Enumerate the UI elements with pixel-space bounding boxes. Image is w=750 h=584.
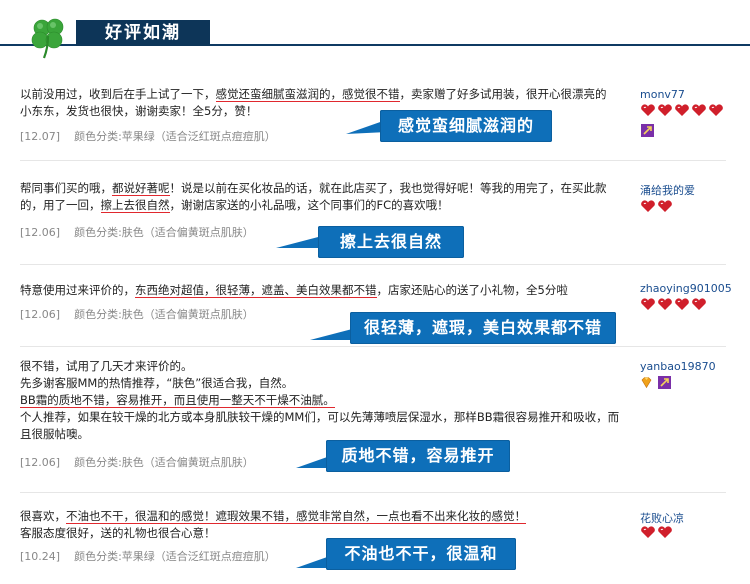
- review-meta: [12.06] 颜色分类:肤色（适合偏黄斑点肌肤）: [20, 454, 254, 470]
- review-item: 特意使用过来评价的，东西绝对超值，很轻薄，遮盖、美白效果都不错，店家还贴心的送了…: [0, 276, 750, 344]
- review-text-segment: 的，用了一回，: [20, 198, 101, 212]
- product-variant: 颜色分类:肤色（适合偏黄斑点肌肤）: [74, 226, 254, 239]
- bubble-pointer: [276, 236, 322, 248]
- review-text: 帮同事们买的哦，都说好著呢！说是以前在买化妆品的话，就在此店买了，我也觉得好呢！…: [20, 180, 628, 214]
- review-text: 很喜欢，不油也不干，很温和的感觉！遮瑕效果不错，感觉非常自然，一点也看不出来化妆…: [20, 508, 628, 542]
- credit-hearts: [640, 526, 673, 539]
- review-text: 很不错，试用了几天才来评价的。 先多谢客服MM的热情推荐，“肤色”很适合我，自然…: [20, 358, 628, 443]
- review-text-segment: ，店家还贴心的送了小礼物，全5分啦: [376, 283, 568, 297]
- heart-icon: [675, 298, 689, 310]
- highlighted-phrase: 不油也不干，很温和的感觉！遮瑕效果不错，感觉非常自然，一点也看不出来化妆的感觉！: [66, 509, 526, 524]
- product-variant: 颜色分类:苹果绿（适合泛红斑点痘痘肌）: [74, 550, 276, 563]
- review-text-segment: 客服态度很好，送的礼物也很合心意！: [20, 526, 216, 540]
- review-divider: [20, 264, 726, 265]
- reviewer-name[interactable]: monv77: [640, 88, 685, 101]
- heart-icon: [658, 526, 672, 538]
- highlighted-phrase: 擦上去很自然: [100, 198, 170, 213]
- reviewer-name[interactable]: yanbao19870: [640, 360, 716, 373]
- vip-purple-icon: [641, 124, 654, 137]
- review-date: [12.06]: [20, 308, 61, 321]
- review-item: 以前没用过，收到后在手上试了一下，感觉还蛮细腻蛮滋润的，感觉很不错，卖家赠了好多…: [0, 78, 750, 160]
- reviewer-name[interactable]: 涌给我的爱: [640, 182, 695, 198]
- heart-icon: [692, 298, 706, 310]
- review-item: 帮同事们买的哦，都说好著呢！说是以前在买化妆品的话，就在此店买了，我也觉得好呢！…: [0, 172, 750, 264]
- credit-hearts: [640, 104, 724, 117]
- review-date: [12.06]: [20, 456, 61, 469]
- credit-hearts: [640, 298, 707, 311]
- section-title: 好评如潮: [76, 20, 210, 46]
- review-divider: [20, 492, 726, 493]
- review-text-segment: 个人推荐，如果在较干燥的北方或本身肌肤较干燥的MM们，可以先薄薄喷层保湿水，那样…: [20, 410, 620, 424]
- review-text-segment: ！说是以前在买化妆品的话，就在此店买了，我也觉得好呢！等我的用完了，在买此款: [169, 181, 607, 195]
- review-date: [12.06]: [20, 226, 61, 239]
- highlighted-phrase: 都说好著呢: [112, 181, 170, 196]
- review-text-segment: 很喜欢，: [20, 509, 66, 523]
- heart-icon: [658, 298, 672, 310]
- review-meta: [12.06] 颜色分类:肤色（适合偏黄斑点肌肤）: [20, 306, 254, 322]
- section-header: 好评如潮: [0, 0, 750, 60]
- heart-icon: [641, 298, 655, 310]
- highlight-callout: 感觉蛮细腻滋润的: [380, 110, 552, 142]
- credit-hearts: [640, 200, 673, 213]
- review-text-segment: 帮同事们买的哦，: [20, 181, 112, 195]
- highlight-callout: 质地不错，容易推开: [326, 440, 510, 472]
- highlight-callout: 擦上去很自然: [318, 226, 464, 258]
- review-text-segment: 小东东，发货也很快，谢谢卖家！全5分，赞！: [20, 104, 258, 118]
- review-meta: [12.07] 颜色分类:苹果绿（适合泛红斑点痘痘肌）: [20, 128, 276, 144]
- heart-icon: [641, 526, 655, 538]
- review-text-segment: ，卖家赠了好多试用装，很开心很漂亮的: [399, 87, 607, 101]
- heart-icon: [692, 104, 706, 116]
- highlighted-phrase: 感觉还蛮细腻蛮滋润的，感觉很不错: [215, 87, 400, 102]
- vip-purple-icon: [658, 376, 671, 389]
- product-variant: 颜色分类:苹果绿（适合泛红斑点痘痘肌）: [74, 130, 276, 143]
- bubble-pointer: [296, 456, 330, 468]
- review-meta: [10.24] 颜色分类:苹果绿（适合泛红斑点痘痘肌）: [20, 548, 276, 564]
- highlighted-phrase: BB霜的质地不错，容易推开，而且使用一整天不干燥不油腻。: [20, 393, 335, 408]
- clover-icon: [31, 18, 64, 59]
- review-text-segment: ，谢谢店家送的小礼品哦，这个同事们的FC的喜欢哦！: [169, 198, 449, 212]
- review-text: 特意使用过来评价的，东西绝对超值，很轻薄，遮盖、美白效果都不错，店家还贴心的送了…: [20, 282, 628, 299]
- review-date: [12.07]: [20, 130, 61, 143]
- diamond-icon: [641, 377, 652, 389]
- highlighted-phrase: 东西绝对超值，很轻薄，遮盖、美白效果都不错: [135, 283, 377, 298]
- review-item: 很不错，试用了几天才来评价的。 先多谢客服MM的热情推荐，“肤色”很适合我，自然…: [0, 354, 750, 486]
- heart-icon: [658, 104, 672, 116]
- heart-icon: [658, 200, 672, 212]
- review-text-segment: 很不错，试用了几天才来评价的。: [20, 359, 193, 373]
- review-divider: [20, 160, 726, 161]
- review-text-segment: 且很服帖噢。: [20, 427, 89, 441]
- bubble-pointer: [296, 556, 330, 568]
- reviewer-name[interactable]: 花败心凉: [640, 510, 684, 526]
- review-meta: [12.06] 颜色分类:肤色（适合偏黄斑点肌肤）: [20, 224, 254, 240]
- review-text-segment: 先多谢客服MM的热情推荐，“肤色”很适合我，自然。: [20, 376, 294, 390]
- heart-icon: [641, 104, 655, 116]
- product-variant: 颜色分类:肤色（适合偏黄斑点肌肤）: [74, 456, 254, 469]
- heart-icon: [641, 200, 655, 212]
- review-date: [10.24]: [20, 550, 61, 563]
- review-text-segment: 以前没用过，收到后在手上试了一下，: [20, 87, 216, 101]
- review-text-segment: 特意使用过来评价的，: [20, 283, 135, 297]
- review-divider: [20, 346, 726, 347]
- highlight-callout: 很轻薄，遮瑕，美白效果都不错: [350, 312, 616, 344]
- reviewer-name[interactable]: zhaoying901005: [640, 282, 732, 295]
- review-item: 很喜欢，不油也不干，很温和的感觉！遮瑕效果不错，感觉非常自然，一点也看不出来化妆…: [0, 500, 750, 584]
- heart-icon: [709, 104, 723, 116]
- product-variant: 颜色分类:肤色（适合偏黄斑点肌肤）: [74, 308, 254, 321]
- highlight-callout: 不油也不干，很温和: [326, 538, 516, 570]
- heart-icon: [675, 104, 689, 116]
- credit-badges: [640, 376, 671, 389]
